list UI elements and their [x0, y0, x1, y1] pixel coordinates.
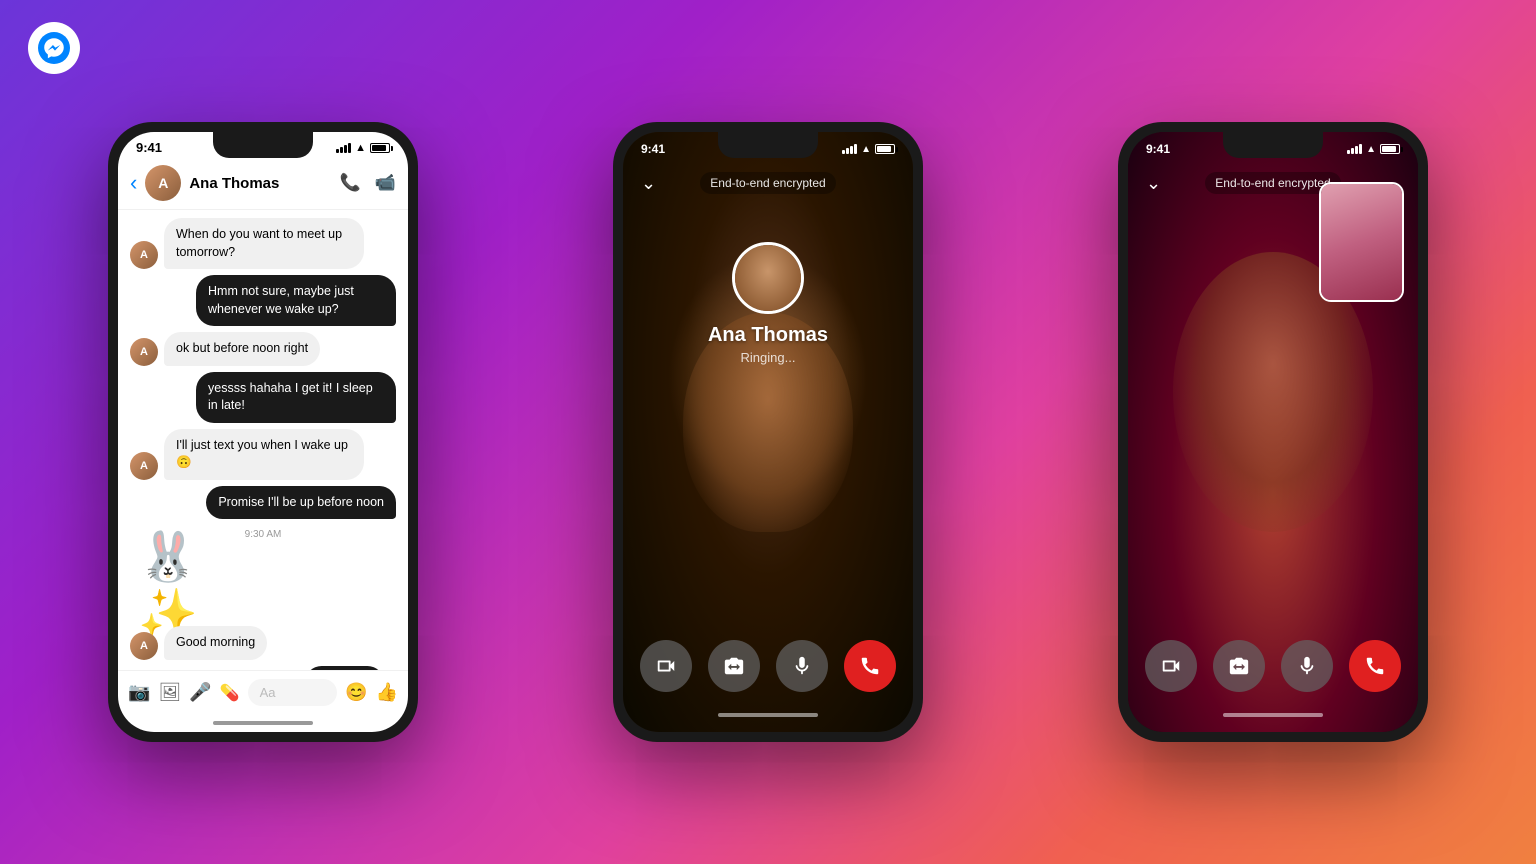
status-icons-2: ▲	[842, 144, 895, 155]
message-row: Promise I'll be up before noon	[130, 486, 396, 520]
flip-camera-button-3[interactable]	[1213, 640, 1265, 692]
message-avatar: A	[130, 338, 158, 366]
time-2: 9:41	[641, 142, 665, 156]
gallery-icon[interactable]: 🖼	[158, 682, 181, 703]
call-buttons-3	[1128, 640, 1418, 692]
message-row: A Good morning	[130, 626, 396, 660]
message-row: A ok but before noon right	[130, 332, 396, 366]
video-call-icon[interactable]: 📹	[375, 173, 396, 193]
home-bar-2	[623, 706, 913, 724]
battery-1	[370, 143, 390, 153]
whatsapp-icon[interactable]: 💊	[220, 683, 240, 703]
mute-button-3[interactable]	[1281, 640, 1333, 692]
mute-button[interactable]	[776, 640, 828, 692]
camera-icon[interactable]: 📷	[128, 682, 150, 703]
phone-video-active: 9:41 ▲ ⌄ End-to-end encrypted	[1118, 122, 1428, 742]
message-bubble: ok but before noon right	[164, 332, 320, 366]
messenger-logo	[28, 22, 80, 74]
flip-camera-button[interactable]	[708, 640, 760, 692]
status-icons-1: ▲	[336, 142, 390, 154]
time-1: 9:41	[136, 140, 162, 155]
phone-chat: 9:41 ▲ ‹ A Ana Thomas 📞 📹	[108, 122, 418, 742]
chat-input-bar: 📷 🖼 🎤 💊 Aa 😊 👍	[118, 670, 408, 714]
contact-avatar: A	[145, 165, 181, 201]
wifi-icon-1: ▲	[355, 142, 366, 154]
message-row: A When do you want to meet up tomorrow?	[130, 218, 396, 269]
back-button[interactable]: ‹	[130, 170, 137, 196]
message-row-sticker: 🐰✨	[130, 550, 396, 620]
message-input[interactable]: Aa	[248, 679, 338, 706]
video-toggle-button-3[interactable]	[1145, 640, 1197, 692]
caller-info: Ana Thomas Ringing...	[623, 242, 913, 365]
wifi-icon-3: ▲	[1366, 144, 1376, 155]
end-call-button-3[interactable]	[1349, 640, 1401, 692]
message-row: yessss hahaha I get it! I sleep in late!	[130, 372, 396, 423]
voice-call-icon[interactable]: 📞	[340, 173, 361, 193]
message-row: Hmm not sure, maybe just whenever we wak…	[130, 275, 396, 326]
message-bubble: I'll just text you when I wake up 🙃	[164, 429, 364, 480]
caller-name: Ana Thomas	[708, 324, 828, 347]
message-bubble: Good morning	[164, 626, 267, 660]
chat-header: ‹ A Ana Thomas 📞 📹	[118, 159, 408, 210]
home-bar-3	[1128, 706, 1418, 724]
message-bubble: Promise I'll be up before noon	[206, 486, 396, 520]
message-bubble: Hmm not sure, maybe just whenever we wak…	[196, 275, 396, 326]
notch-3	[1223, 132, 1323, 158]
phone-video-incoming: 9:41 ▲ ⌄ End-to-end encrypted	[613, 122, 923, 742]
encrypted-label-2: End-to-end encrypted	[700, 172, 835, 194]
chevron-down-icon-2[interactable]: ⌄	[641, 173, 656, 194]
message-bubble: When do you want to meet up tomorrow?	[164, 218, 364, 269]
mic-icon[interactable]: 🎤	[189, 682, 211, 703]
end-call-button[interactable]	[844, 640, 896, 692]
signal-bars-1	[336, 143, 351, 153]
chat-messages: A When do you want to meet up tomorrow? …	[118, 210, 408, 670]
video-top-bar-2: ⌄ End-to-end encrypted	[623, 172, 913, 194]
wifi-icon-2: ▲	[861, 144, 871, 155]
message-avatar: A	[130, 241, 158, 269]
notch-1	[213, 132, 313, 158]
emoji-icon[interactable]: 😊	[345, 682, 367, 703]
time-3: 9:41	[1146, 142, 1170, 156]
call-buttons-2	[623, 640, 913, 692]
notch-2	[718, 132, 818, 158]
contact-name[interactable]: Ana Thomas	[189, 175, 331, 192]
message-avatar: A	[130, 452, 158, 480]
home-bar-1	[118, 714, 408, 732]
message-row: A I'll just text you when I wake up 🙃	[130, 429, 396, 480]
message-bubble: yessss hahaha I get it! I sleep in late!	[196, 372, 396, 423]
battery-2	[875, 144, 895, 154]
status-icons-3: ▲	[1347, 144, 1400, 155]
caller-status: Ringing...	[741, 350, 796, 365]
like-icon[interactable]: 👍	[376, 682, 398, 703]
input-placeholder: Aa	[260, 685, 276, 700]
chevron-down-icon-3[interactable]: ⌄	[1146, 173, 1161, 194]
video-toggle-button[interactable]	[640, 640, 692, 692]
caller-avatar	[732, 242, 804, 314]
sticker: 🐰✨	[138, 550, 208, 620]
signal-bars-2	[842, 144, 857, 154]
battery-3	[1380, 144, 1400, 154]
header-icons: 📞 📹	[340, 173, 396, 193]
message-avatar: A	[130, 632, 158, 660]
self-preview[interactable]	[1319, 182, 1404, 302]
